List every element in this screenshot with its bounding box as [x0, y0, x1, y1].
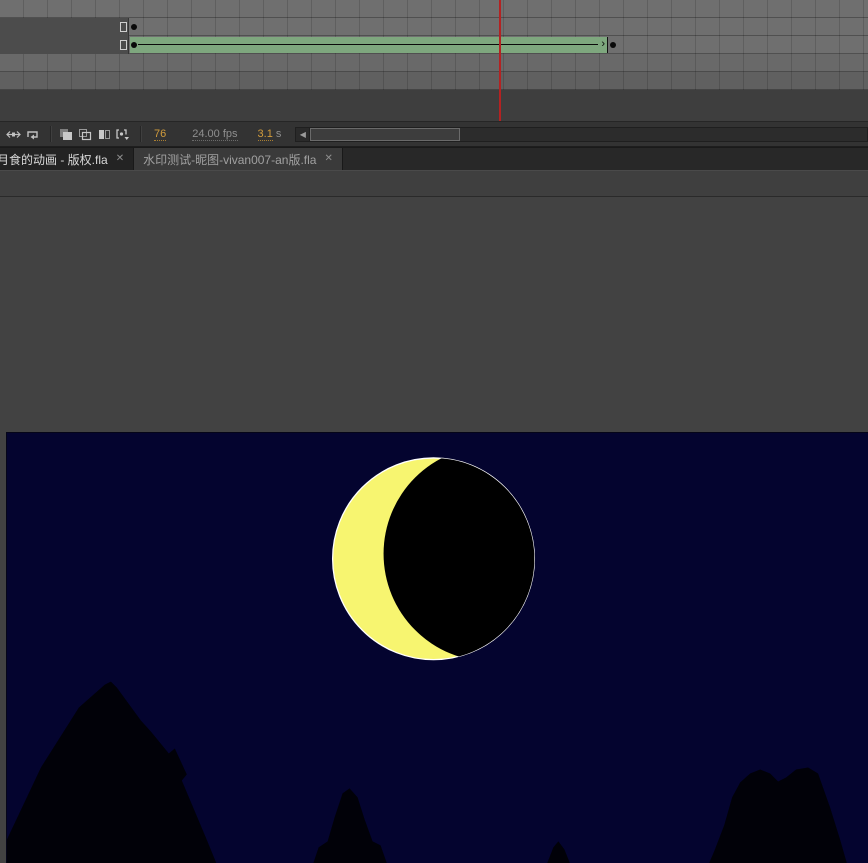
playhead[interactable]: [499, 0, 501, 121]
timeline-row[interactable]: [0, 54, 868, 72]
onion-skin-icon: [59, 128, 73, 141]
layer-outline-color-swatch[interactable]: [120, 22, 127, 32]
current-frame-hot-text[interactable]: 76: [154, 128, 166, 141]
onion-skin-outlines-button[interactable]: [75, 125, 94, 143]
edit-multiple-frames-button[interactable]: [94, 125, 113, 143]
scrollbar-left-arrow[interactable]: ◀: [295, 127, 310, 142]
eclipse-scene: [7, 433, 868, 863]
tween-arrowhead-icon: ›: [601, 38, 605, 51]
onion-skin-outlines-icon: [78, 128, 92, 141]
center-frame-icon: [6, 128, 21, 141]
loop-button[interactable]: [23, 125, 42, 143]
tab-label: 水印测试-昵图-vivan007-an版.fla: [143, 151, 316, 168]
end-keyframe-dot[interactable]: [610, 42, 616, 48]
timeline-scrollbar[interactable]: ◀: [295, 127, 868, 142]
layer-outline-color-swatch[interactable]: [120, 40, 127, 50]
toolbar-separator: [140, 126, 142, 142]
edit-multiple-frames-icon: [97, 128, 111, 141]
modify-markers-button[interactable]: [113, 125, 132, 143]
stage-canvas[interactable]: [6, 432, 868, 863]
timeline-frames-area[interactable]: ›: [0, 0, 868, 121]
center-frame-button[interactable]: [4, 125, 23, 143]
frame-rate-hot-text[interactable]: 24.00 fps: [192, 128, 237, 141]
elapsed-time-value: 3.1: [258, 128, 273, 141]
onion-skin-button[interactable]: [56, 125, 75, 143]
modify-markers-icon: [115, 128, 131, 141]
tab-eclipse-animation[interactable]: 月食的动画 - 版权.fla ✕: [0, 148, 134, 170]
animate-app-window: ›: [0, 0, 868, 863]
timeline-row[interactable]: [0, 0, 868, 18]
tween-arrow-line: [138, 44, 598, 45]
tab-label: 月食的动画 - 版权.fla: [0, 151, 108, 168]
loop-icon: [25, 128, 41, 141]
toolbar-separator: [50, 126, 52, 142]
tab-close-icon[interactable]: ✕: [116, 154, 124, 164]
document-tab-bar: 月食的动画 - 版权.fla ✕ 水印测试-昵图-vivan007-an版.fl…: [0, 147, 868, 170]
edit-bar: [0, 170, 868, 197]
keyframe-dot[interactable]: [131, 24, 137, 30]
scrollbar-track[interactable]: [310, 127, 868, 142]
layer-name-panel[interactable]: [0, 18, 129, 54]
tab-watermark-test[interactable]: 水印测试-昵图-vivan007-an版.fla ✕: [134, 148, 343, 170]
elapsed-time-hot-text[interactable]: 3.1 s: [258, 128, 282, 140]
timeline-row[interactable]: [0, 72, 868, 90]
tab-close-icon[interactable]: ✕: [324, 154, 332, 164]
elapsed-time-unit: s: [276, 128, 282, 140]
pasteboard[interactable]: [0, 197, 868, 863]
keyframe-dot[interactable]: [131, 42, 137, 48]
timeline-toolbar: 76 24.00 fps 3.1 s ◀: [0, 121, 868, 147]
motion-tween-span[interactable]: ›: [130, 37, 608, 53]
scrollbar-thumb[interactable]: [310, 128, 460, 141]
